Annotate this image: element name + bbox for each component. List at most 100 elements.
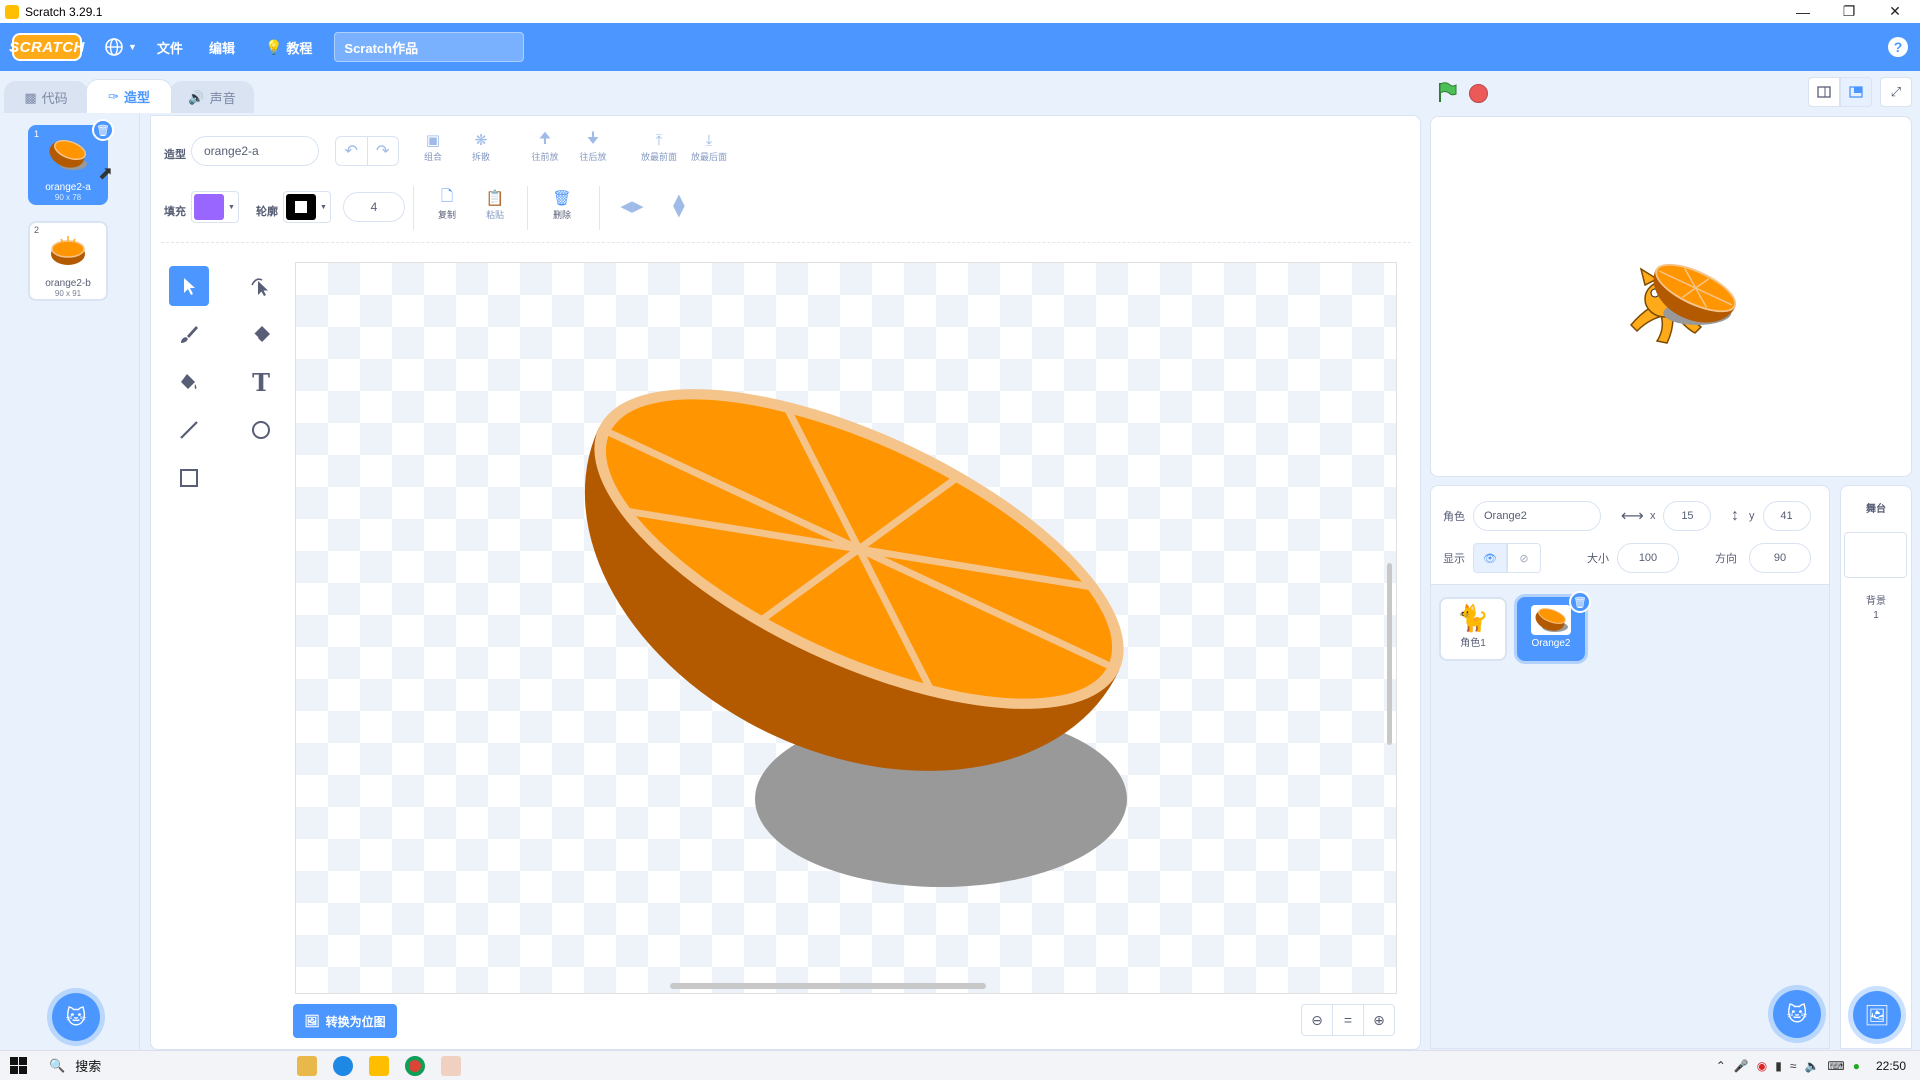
ime-icon[interactable]: ⌨ [1827, 1059, 1844, 1073]
choose-sprite-button[interactable]: 🐱 [1773, 990, 1821, 1038]
app-taskbar-icon[interactable] [441, 1055, 461, 1076]
chevron-up-icon[interactable]: ⌃ [1716, 1059, 1726, 1073]
fill-color-picker[interactable]: ▼ [191, 191, 239, 223]
delete-costume-button[interactable]: 🗑 [92, 119, 114, 141]
microphone-icon[interactable]: 🎤 [1734, 1059, 1749, 1073]
line-icon [180, 421, 198, 439]
delete-sprite-button[interactable]: 🗑 [1569, 591, 1591, 613]
clock[interactable]: 22:50 [1876, 1059, 1906, 1073]
ungroup-icon: ❋ [474, 132, 488, 149]
y-input[interactable]: 41 [1762, 501, 1811, 531]
flip-vertical-icon: ◀▶ [671, 194, 688, 218]
hide-sprite-button[interactable]: ⊘ [1507, 543, 1541, 573]
zoom-reset-button[interactable]: = [1332, 1004, 1364, 1036]
rectangle-tool[interactable] [169, 458, 209, 498]
green-flag-icon [1439, 82, 1457, 102]
zoom-out-icon: ⊖ [1311, 1011, 1323, 1028]
convert-to-bitmap-button[interactable]: 🖼 转换为位图 [293, 1004, 397, 1038]
x-input[interactable]: 15 [1663, 501, 1712, 531]
edit-menu[interactable]: 编辑 [209, 38, 235, 57]
line-tool[interactable] [169, 410, 209, 450]
sprite-name-input[interactable]: Orange2 [1473, 501, 1601, 531]
flip-vertical-button[interactable]: ◀▶ [658, 194, 702, 218]
costume-name-input[interactable]: orange2-a [191, 136, 319, 166]
zoom-in-button[interactable]: ⊕ [1363, 1004, 1395, 1036]
restore-button[interactable]: ❐ [1826, 0, 1872, 23]
tab-costumes[interactable]: ✑ 造型 [86, 79, 172, 113]
copy-button[interactable]: 🗋 复制 [425, 188, 469, 221]
select-tool[interactable] [169, 266, 209, 306]
chrome-icon[interactable] [405, 1055, 425, 1076]
edge-icon[interactable] [333, 1055, 353, 1076]
small-stage-button[interactable] [1808, 77, 1840, 107]
backward-button[interactable]: 🠋 往后放 [571, 130, 615, 163]
wechat-icon[interactable]: ● [1853, 1059, 1860, 1073]
choose-backdrop-button[interactable]: 🖼 [1853, 991, 1901, 1039]
delete-button[interactable]: 🗑 删除 [540, 188, 584, 221]
tab-code[interactable]: ▩ 代码 [4, 81, 88, 113]
wifi-icon[interactable]: ≈ [1790, 1059, 1797, 1073]
outline-label: 轮廓 [256, 206, 278, 218]
front-button[interactable]: ⤒ 放最前面 [637, 130, 681, 163]
tutorials-menu[interactable]: 💡 教程 [265, 38, 312, 57]
sprite-item[interactable]: 🐈 角色1 [1439, 597, 1507, 661]
outline-width-input[interactable]: 4 [343, 192, 405, 222]
brush-tool[interactable] [169, 314, 209, 354]
normal-stage-button[interactable] [1840, 77, 1872, 107]
minimize-button[interactable]: — [1780, 0, 1826, 23]
zoom-out-button[interactable]: ⊖ [1301, 1004, 1333, 1036]
search-icon: 🔍 [49, 1057, 66, 1073]
file-explorer-icon[interactable] [297, 1055, 317, 1076]
eraser-tool[interactable] [241, 314, 281, 354]
orange-half-drawing[interactable] [296, 263, 1397, 994]
green-flag-button[interactable] [1436, 81, 1458, 108]
paint-canvas[interactable] [295, 262, 1397, 994]
text-tool[interactable]: T [241, 362, 281, 402]
stage-canvas[interactable] [1430, 116, 1912, 477]
sprite-item-selected[interactable]: Orange2 🗑 [1517, 591, 1591, 661]
fullscreen-button[interactable]: ⤢ [1880, 77, 1912, 107]
choose-costume-button[interactable]: 🐱 [52, 993, 100, 1041]
scratch-logo[interactable]: SCRATCH [9, 33, 84, 61]
costume-item-1[interactable]: 1 orange2-a 90 x 78 🗑 [28, 119, 114, 205]
vertical-scrollbar[interactable] [1387, 563, 1392, 745]
redo-button[interactable]: ↷ [368, 137, 399, 165]
group-button[interactable]: ▣ 组合 [411, 130, 455, 163]
stage-thumbnail[interactable] [1844, 532, 1907, 578]
stop-button[interactable] [1469, 84, 1488, 103]
close-button[interactable]: ✕ [1872, 0, 1918, 23]
battery-icon[interactable]: ▮ [1775, 1059, 1782, 1073]
divider [527, 186, 528, 230]
horizontal-scrollbar[interactable] [670, 983, 986, 989]
sprite-name: 角色1 [1460, 638, 1486, 649]
undo-button[interactable]: ↶ [336, 137, 368, 165]
circle-tool[interactable] [241, 410, 281, 450]
costume-item-2[interactable]: 2 orange2-b 90 x 91 [28, 221, 108, 301]
file-menu[interactable]: 文件 [157, 38, 183, 57]
size-input[interactable]: 100 [1617, 543, 1679, 573]
direction-label: 方向 [1715, 553, 1737, 565]
forward-button[interactable]: 🠉 往前放 [523, 130, 567, 163]
language-menu[interactable]: ▼ [104, 37, 137, 57]
paste-button[interactable]: 📋 粘贴 [473, 188, 517, 221]
direction-input[interactable]: 90 [1749, 543, 1811, 573]
scratch-taskbar-icon[interactable] [369, 1055, 389, 1076]
show-sprite-button[interactable]: 👁 [1473, 543, 1507, 573]
help-icon[interactable]: ? [1888, 37, 1908, 57]
record-icon[interactable]: ◉ [1757, 1059, 1767, 1073]
fill-tool[interactable] [169, 362, 209, 402]
outline-color-picker[interactable]: ▼ [283, 191, 331, 223]
tab-sounds[interactable]: 🔊 声音 [170, 81, 254, 113]
chevron-down-icon: ▼ [128, 42, 137, 52]
taskbar-search[interactable]: 🔍 搜索 [49, 1056, 289, 1075]
volume-icon[interactable]: 🔈 [1804, 1059, 1819, 1073]
reshape-tool[interactable] [241, 266, 281, 306]
flip-horizontal-button[interactable]: ◀▶ [610, 196, 654, 216]
outline-color-swatch [286, 194, 316, 220]
ungroup-button[interactable]: ❋ 拆散 [459, 130, 503, 163]
back-button[interactable]: ⤓ 放最后面 [687, 130, 731, 163]
brush-icon [181, 326, 198, 343]
project-title-input[interactable]: Scratch作品 [334, 32, 525, 62]
start-button[interactable] [10, 1057, 27, 1074]
ungroup-label: 拆散 [471, 152, 490, 162]
